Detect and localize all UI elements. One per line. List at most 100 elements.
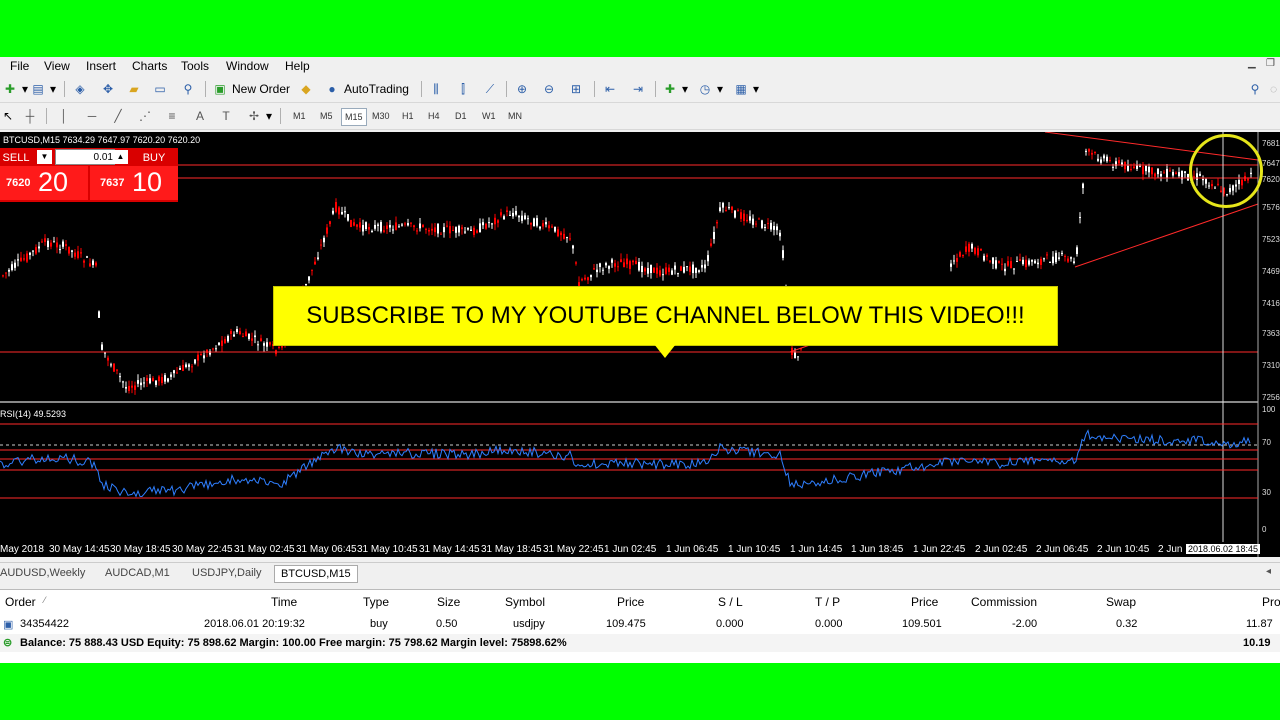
autoscroll-button[interactable]: ⇥ <box>630 80 646 98</box>
tab-audcad-m1[interactable]: AUDCAD,M1 <box>105 565 170 581</box>
candle-body <box>1049 261 1051 263</box>
indicators-button[interactable]: ✚ ▾ <box>662 80 688 98</box>
lot-decrease-button[interactable]: ▼ <box>37 150 52 164</box>
menu-help[interactable]: Help <box>285 59 310 73</box>
col-profit-header[interactable]: Pro <box>1262 595 1280 609</box>
candle-body <box>260 338 262 342</box>
chart-shift-button[interactable]: ⇤ <box>602 80 618 98</box>
metaeditor-button[interactable]: ◆ <box>298 80 314 98</box>
timeframe-h1[interactable]: H1 <box>399 108 417 124</box>
candle-body <box>542 223 544 227</box>
candle-body <box>737 210 739 212</box>
price-axis-label: 7523 <box>1262 235 1280 244</box>
candle-body <box>638 261 640 271</box>
indicator-label: RSI(14) 49.5293 <box>0 409 67 419</box>
menu-window[interactable]: Window <box>226 59 269 73</box>
line-chart-button[interactable]: ⟋ <box>482 80 498 98</box>
cursor-button[interactable]: ↖ <box>0 107 16 125</box>
zoom-in-button[interactable]: ⊕ <box>514 80 530 98</box>
candle-body <box>215 348 217 350</box>
timeframe-m1[interactable]: M1 <box>290 108 309 124</box>
timeframe-m5[interactable]: M5 <box>317 108 336 124</box>
candle-body <box>227 335 229 342</box>
search-button[interactable]: ⚲ <box>1247 80 1263 98</box>
col-swap-header[interactable]: Swap <box>1106 595 1136 609</box>
timeframe-mn[interactable]: MN <box>505 108 525 124</box>
chat-icon[interactable]: ◌ <box>1270 80 1277 98</box>
candle-body <box>986 255 988 257</box>
candle-body <box>41 241 43 243</box>
col-time-header[interactable]: Time <box>271 595 297 609</box>
autotrading-button[interactable]: ● AutoTrading <box>324 80 409 98</box>
col-type-header[interactable]: Type <box>363 595 389 609</box>
col-commission-header[interactable]: Commission <box>971 595 1037 609</box>
menu-file[interactable]: File <box>10 59 29 73</box>
time-axis-label: 30 May 22:45 <box>172 544 233 555</box>
candle-body <box>1124 161 1126 170</box>
timeframe-w1[interactable]: W1 <box>479 108 499 124</box>
restore-icon[interactable]: ❐ <box>1266 58 1275 69</box>
folder-icon: ▰ <box>129 82 139 96</box>
toolbar-divider <box>46 108 47 124</box>
drawing-toolbar: ↖ ┼ │ ─ ╱ ⋰ ≡ A T ✢ ▾ M1 M5 M15 M30 H1 H4… <box>0 103 1280 130</box>
menu-tools[interactable]: Tools <box>181 59 209 73</box>
col-symbol-header[interactable]: Symbol <box>505 595 545 609</box>
market-watch-button[interactable]: ◈ <box>72 80 88 98</box>
timeframe-m15[interactable]: M15 <box>341 108 367 126</box>
vertical-line-button[interactable]: │ <box>56 107 72 125</box>
candle-body <box>989 260 991 262</box>
text-button[interactable]: A <box>192 107 208 125</box>
sell-price-box[interactable]: 7620 20 <box>0 166 88 200</box>
tab-usdjpy-daily[interactable]: USDJPY,Daily <box>192 565 262 581</box>
candle-body <box>1082 183 1084 189</box>
arrows-button[interactable]: ✢ ▾ <box>246 107 272 125</box>
candlestick-button[interactable]: ⫿ <box>455 80 471 98</box>
autoscroll-icon: ⇥ <box>632 82 644 96</box>
tile-windows-button[interactable]: ⊞ <box>568 80 584 98</box>
new-order-button[interactable]: ▣ New Order <box>212 80 290 98</box>
tester-button[interactable]: ⚲ <box>180 80 196 98</box>
timeframe-d1[interactable]: D1 <box>452 108 470 124</box>
col-order-header[interactable]: Order <box>5 595 36 609</box>
tab-audusd-weekly[interactable]: AUDUSD,Weekly <box>0 565 85 581</box>
fibonacci-button[interactable]: ≡ <box>164 107 180 125</box>
col-price-header[interactable]: Price <box>617 595 644 609</box>
terminal-button[interactable]: ▭ <box>152 80 168 98</box>
lot-size-input[interactable] <box>55 149 115 165</box>
periods-button[interactable]: ◷ ▾ <box>697 80 723 98</box>
text-label-button[interactable]: T <box>218 107 234 125</box>
trendline-button[interactable]: ╱ <box>110 107 126 125</box>
buy-price-box[interactable]: 7637 10 <box>90 166 178 200</box>
zoom-out-button[interactable]: ⊖ <box>541 80 557 98</box>
new-chart-button[interactable]: ✚ ▾ <box>2 80 28 98</box>
navigator-button[interactable]: ✥ <box>100 80 116 98</box>
col-price2-header[interactable]: Price <box>911 595 938 609</box>
candle-body <box>263 343 265 346</box>
buy-button[interactable]: BUY <box>138 150 170 166</box>
rsi-line <box>0 429 1251 498</box>
crosshair-button[interactable]: ┼ <box>22 107 38 125</box>
horizontal-line-button[interactable]: ─ <box>84 107 100 125</box>
lot-increase-button[interactable]: ▲ <box>113 150 128 164</box>
timeframe-m30[interactable]: M30 <box>369 108 393 124</box>
candle-body <box>236 329 238 333</box>
menu-view[interactable]: View <box>44 59 70 73</box>
col-sl-header[interactable]: S / L <box>718 595 743 609</box>
sell-button[interactable]: SELL <box>0 150 32 166</box>
candle-body <box>599 263 601 267</box>
vertical-line-icon: │ <box>60 109 68 123</box>
tab-btcusd-m15[interactable]: BTCUSD,M15 <box>274 565 358 583</box>
col-size-header[interactable]: Size <box>437 595 460 609</box>
bar-chart-button[interactable]: ⫼ <box>428 80 444 98</box>
menu-insert[interactable]: Insert <box>86 59 116 73</box>
tabs-scroll-left-icon[interactable]: ◂ <box>1266 566 1271 577</box>
channel-button[interactable]: ⋰ <box>137 107 153 125</box>
timeframe-h4[interactable]: H4 <box>425 108 443 124</box>
menu-charts[interactable]: Charts <box>132 59 167 73</box>
templates-button[interactable]: ▦ ▾ <box>733 80 759 98</box>
minimize-icon[interactable]: ▁ <box>1248 58 1256 69</box>
profiles-button[interactable]: ▤ ▾ <box>30 80 56 98</box>
col-tp-header[interactable]: T / P <box>815 595 840 609</box>
folder-button[interactable]: ▰ <box>126 80 142 98</box>
candle-body <box>98 311 100 318</box>
